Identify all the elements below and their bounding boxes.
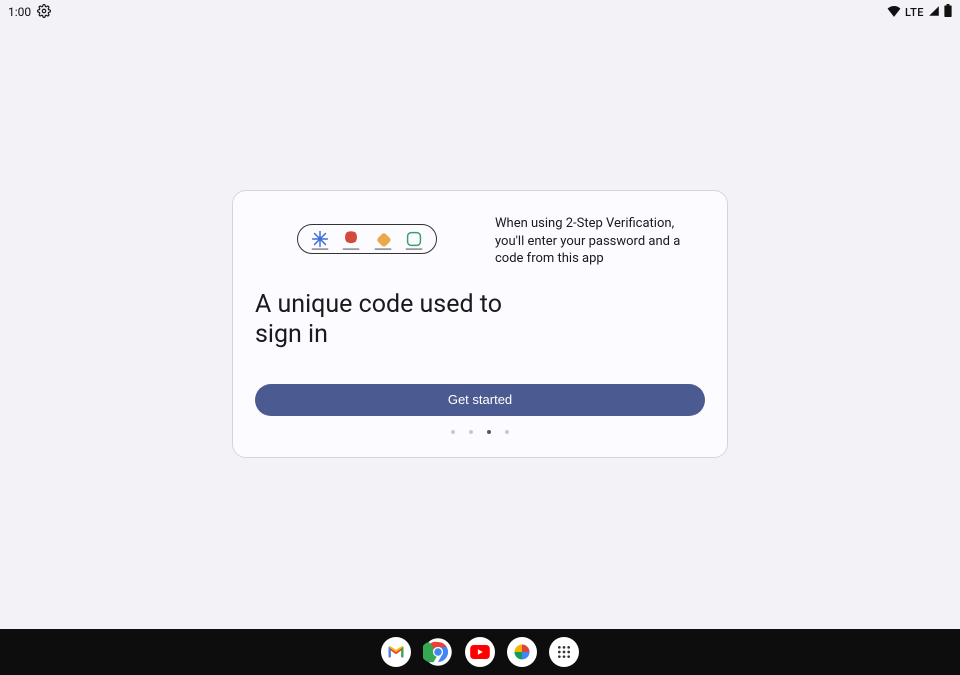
- card-top-row: When using 2-Step Verification, you'll e…: [255, 211, 705, 268]
- page-dot-3[interactable]: [505, 430, 509, 434]
- cellular-signal-icon: [928, 5, 940, 20]
- red-blob-icon: [340, 228, 362, 250]
- page-dot-1[interactable]: [469, 430, 473, 434]
- taskbar: [0, 629, 960, 675]
- status-time: 1:00: [8, 5, 31, 19]
- onboarding-card: When using 2-Step Verification, you'll e…: [232, 190, 728, 458]
- rounded-square-outline-icon: [403, 228, 425, 250]
- status-bar-right: LTE: [887, 4, 952, 20]
- page-indicator: [255, 430, 705, 434]
- youtube-app-icon[interactable]: [465, 637, 495, 667]
- all-apps-icon[interactable]: [549, 637, 579, 667]
- onboarding-description: When using 2-Step Verification, you'll e…: [495, 211, 705, 268]
- gmail-app-icon[interactable]: [381, 637, 411, 667]
- get-started-button[interactable]: Get started: [255, 384, 705, 416]
- page-dot-2[interactable]: [487, 430, 491, 434]
- asterisk-icon: [309, 228, 331, 250]
- network-type: LTE: [905, 6, 924, 19]
- battery-icon: [944, 4, 952, 20]
- status-bar-left: 1:00: [8, 4, 51, 21]
- onboarding-headline: A unique code used to sign in: [255, 290, 515, 350]
- diamond-icon: [372, 228, 394, 250]
- status-bar: 1:00 LTE: [0, 0, 960, 24]
- page-dot-0[interactable]: [451, 430, 455, 434]
- code-pill: [297, 224, 437, 254]
- chrome-app-icon[interactable]: [423, 637, 453, 667]
- wifi-icon: [887, 5, 901, 20]
- photos-app-icon[interactable]: [507, 637, 537, 667]
- gear-outline-icon: [37, 4, 51, 21]
- code-illustration: [255, 211, 465, 268]
